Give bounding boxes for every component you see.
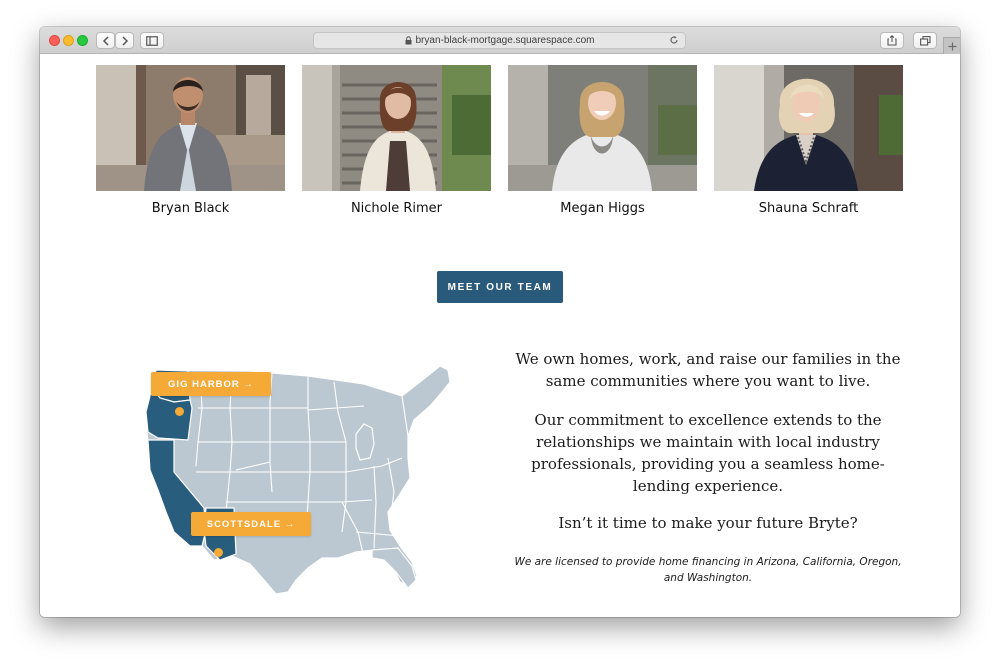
about-paragraph-2: Our commitment to excellence extends to … — [531, 411, 885, 495]
show-tabs-button[interactable] — [913, 32, 937, 49]
lock-icon — [405, 36, 411, 45]
licensing-disclaimer: We are licensed to provide home financin… — [514, 556, 902, 584]
close-window-button[interactable] — [49, 35, 60, 46]
address-bar[interactable]: bryan-black-mortgage.squarespace.com — [313, 32, 686, 49]
team-member-name: Bryan Black — [151, 201, 230, 216]
new-tab-button[interactable] — [943, 37, 960, 54]
team-member-photo[interactable] — [714, 65, 903, 191]
team-member-card[interactable]: Megan Higgs — [508, 65, 697, 216]
team-member-card[interactable]: Bryan Black — [96, 65, 285, 216]
minimize-window-button[interactable] — [63, 35, 74, 46]
chevron-right-icon — [121, 35, 128, 46]
us-map — [102, 362, 482, 600]
url-text: bryan-black-mortgage.squarespace.com — [415, 35, 595, 46]
about-paragraph-3: Isn’t it time to make your future Bryte? — [558, 514, 858, 532]
sidebar-toggle-button[interactable] — [140, 32, 164, 49]
about-paragraph-1: We own homes, work, and raise our famili… — [515, 350, 901, 390]
team-member-card[interactable]: Nichole Rimer — [302, 65, 491, 216]
team-member-photo[interactable] — [508, 65, 697, 191]
share-icon — [887, 35, 897, 46]
plus-icon — [948, 42, 956, 50]
tabs-icon — [919, 35, 931, 46]
browser-titlebar: bryan-black-mortgage.squarespace.com — [40, 27, 960, 54]
zoom-window-button[interactable] — [77, 35, 88, 46]
scottsdale-link[interactable]: SCOTTSDALE → — [191, 512, 311, 536]
team-member-photo[interactable] — [96, 65, 285, 191]
chevron-left-icon — [102, 35, 109, 46]
team-member-photo[interactable] — [302, 65, 491, 191]
gig-harbor-marker[interactable] — [175, 407, 184, 416]
browser-window: bryan-black-mortgage.squarespace.com Bry… — [40, 27, 960, 617]
team-member-name: Megan Higgs — [560, 201, 645, 216]
gig-harbor-link[interactable]: GIG HARBOR → — [151, 372, 271, 396]
back-button[interactable] — [96, 32, 115, 49]
reload-icon[interactable] — [669, 35, 679, 45]
team-member-name: Nichole Rimer — [350, 201, 443, 216]
scottsdale-marker[interactable] — [214, 548, 223, 557]
us-map-graphic — [145, 365, 451, 595]
team-member-card[interactable]: Shauna Schraft — [714, 65, 903, 216]
meet-our-team-button[interactable]: MEET OUR TEAM — [437, 271, 563, 303]
page-content: Bryan Black Nichole Rimer Megan Higgs Sh… — [40, 54, 960, 617]
forward-button[interactable] — [115, 32, 134, 49]
sidebar-icon — [146, 35, 158, 46]
share-button[interactable] — [880, 32, 904, 49]
team-member-name: Shauna Schraft — [758, 201, 859, 216]
